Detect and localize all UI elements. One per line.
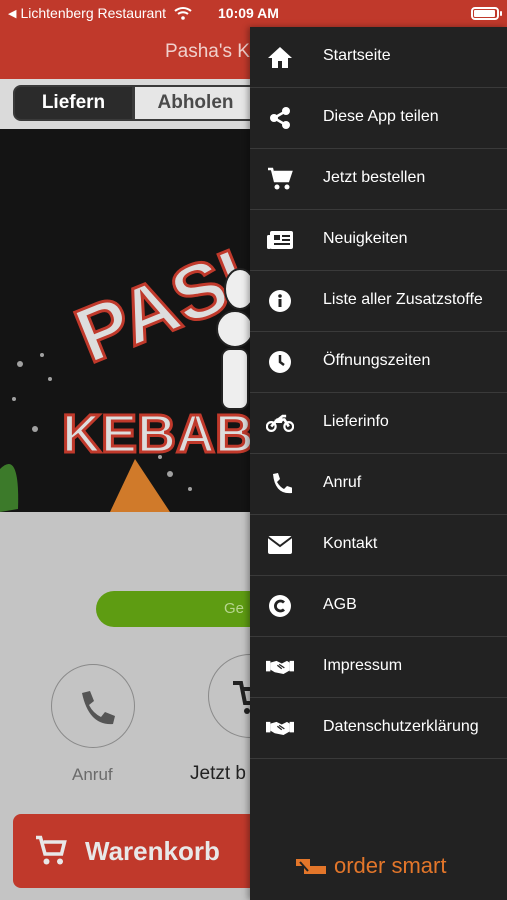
hero-text-bottom: KEBAB: [62, 404, 254, 464]
cart-button[interactable]: Warenkorb: [13, 814, 273, 888]
back-arrow-icon[interactable]: ◀: [8, 7, 16, 20]
drawer-menu: Startseite Diese App teilen Jetzt bestel…: [250, 27, 507, 759]
call-label: Anruf: [72, 765, 113, 784]
status-left: ◀ Lichtenberg Restaurant: [8, 5, 192, 21]
info-icon: [266, 287, 294, 315]
cart-label: Warenkorb: [85, 835, 220, 866]
menu-item-label: Neuigkeiten: [323, 230, 408, 247]
menu-item-label: Anruf: [323, 474, 362, 491]
menu-item-label: Öffnungszeiten: [323, 352, 431, 369]
menu-item-opening-hours[interactable]: Öffnungszeiten: [250, 332, 507, 393]
brand-name: order smart: [334, 853, 447, 878]
status-bar: ◀ Lichtenberg Restaurant 10:09 AM: [0, 0, 507, 27]
menu-item-call[interactable]: Anruf: [250, 454, 507, 515]
clock-icon: [266, 348, 294, 376]
clock-time: 10:09 AM: [218, 5, 279, 21]
copyright-icon: [266, 592, 294, 620]
order-smart-logo-mark: [296, 859, 326, 874]
menu-item-share[interactable]: Diese App teilen: [250, 88, 507, 149]
battery-icon: [471, 7, 502, 20]
menu-item-label: Datenschutzerklärung: [323, 718, 479, 735]
cart-icon: [266, 165, 294, 193]
menu-item-label: Diese App teilen: [323, 108, 439, 125]
handshake-icon: [266, 653, 294, 681]
tab-liefern[interactable]: Liefern: [13, 85, 134, 121]
home-icon: [266, 43, 294, 71]
tab-abholen[interactable]: Abholen: [133, 85, 258, 121]
order-smart-logo: order smart: [294, 853, 446, 879]
menu-item-privacy[interactable]: Datenschutzerklärung: [250, 698, 507, 759]
cart-icon: [36, 835, 67, 865]
call-circle-button[interactable]: [51, 664, 135, 748]
news-icon: [266, 226, 294, 254]
menu-item-contact[interactable]: Kontakt: [250, 515, 507, 576]
handshake-icon: [266, 714, 294, 742]
phone-icon: [82, 691, 115, 725]
menu-item-label: Kontakt: [323, 535, 378, 552]
menu-item-agb[interactable]: AGB: [250, 576, 507, 637]
menu-item-label: Liste aller Zusatzstoffe: [323, 291, 483, 308]
app-title: Pasha's K: [165, 41, 250, 62]
menu-item-label: Startseite: [323, 47, 391, 64]
menu-item-order[interactable]: Jetzt bestellen: [250, 149, 507, 210]
carrier-label: Lichtenberg Restaurant: [20, 5, 167, 21]
menu-item-label: Impressum: [323, 657, 403, 674]
menu-item-delivery-info[interactable]: Lieferinfo: [250, 393, 507, 454]
menu-item-label: Jetzt bestellen: [323, 169, 426, 186]
phone-icon: [266, 470, 294, 498]
menu-item-news[interactable]: Neuigkeiten: [250, 210, 507, 271]
share-icon: [266, 104, 294, 132]
menu-item-additives[interactable]: Liste aller Zusatzstoffe: [250, 271, 507, 332]
order-label: Jetzt b: [190, 763, 246, 784]
wifi-icon: [174, 7, 192, 20]
menu-item-label: Lieferinfo: [323, 413, 389, 430]
navigation-drawer: Startseite Diese App teilen Jetzt bestel…: [250, 27, 507, 900]
menu-item-label: AGB: [323, 596, 357, 613]
motorcycle-icon: [266, 409, 294, 437]
mail-icon: [266, 531, 294, 559]
menu-item-startseite[interactable]: Startseite: [250, 27, 507, 88]
menu-item-impressum[interactable]: Impressum: [250, 637, 507, 698]
